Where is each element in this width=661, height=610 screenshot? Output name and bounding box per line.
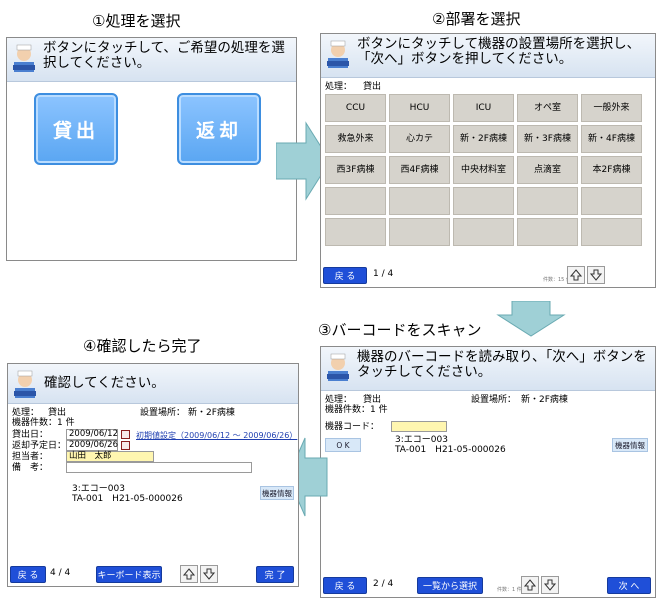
flow-arrow-down-icon	[496, 301, 566, 337]
department-button-empty	[325, 218, 386, 246]
panel-scan-barcode: 機器のバーコードを読み取り、「次へ」ボタンをタッチしてください。 処理： 貸出 …	[320, 346, 656, 598]
panel3-message: 機器のバーコードを読み取り、「次へ」ボタンをタッチしてください。	[357, 349, 647, 380]
panel2-message: ボタンにタッチして機器の設置場所を選択し、「次へ」ボタンを押してください。	[357, 36, 641, 67]
department-button[interactable]: 新・2F病棟	[453, 125, 514, 153]
next-button[interactable]: 次 へ	[607, 577, 651, 594]
department-button[interactable]: 西4F病棟	[389, 156, 450, 184]
step4-title: ④確認したら完了	[83, 337, 202, 355]
item-serial: TA-001 H21-05-000026	[395, 445, 506, 455]
step1-title: ①処理を選択	[92, 12, 181, 30]
nurse-avatar-icon	[14, 370, 36, 398]
panel4-footer: 戻 る 4 / 4 キーボード表示 完 了	[8, 562, 298, 586]
page-indicator: 2 / 4	[373, 579, 394, 589]
department-button[interactable]: 中央材料室	[453, 156, 514, 184]
equipment-info-button[interactable]: 機器情報	[612, 438, 648, 452]
arrow-down-icon[interactable]	[200, 565, 218, 583]
step3-title: ③バーコードをスキャン	[318, 321, 482, 339]
department-button-empty	[453, 187, 514, 215]
equipment-code-input[interactable]	[391, 421, 447, 432]
department-button[interactable]: ICU	[453, 94, 514, 122]
panel3-footer: 戻 る 2 / 4 一覧から選択 件数：1 件 次 へ	[321, 573, 655, 597]
back-button[interactable]: 戻 る	[323, 267, 367, 284]
location-value: 新・2F病棟	[188, 408, 235, 418]
department-button[interactable]: 本2F病棟	[581, 156, 642, 184]
return-button[interactable]: 返却	[177, 93, 261, 165]
note-label: 備 考：	[12, 463, 49, 473]
department-button[interactable]: HCU	[389, 94, 450, 122]
department-button[interactable]: 点滴室	[517, 156, 578, 184]
scroll-arrows	[521, 576, 559, 594]
process-label: 処理：	[325, 82, 353, 92]
department-grid: CCU HCU ICU オペ室 一般外来救急外来 心カテ 新・2F病棟 新・3F病棟 新・4F病…	[325, 94, 642, 246]
lend-date-input[interactable]: 2009/06/12	[66, 429, 118, 440]
panel-confirm: 確認してください。 処理： 貸出 設置場所： 新・2F病棟 機器件数：1 件 貸…	[7, 363, 299, 587]
department-button-empty	[517, 218, 578, 246]
complete-button[interactable]: 完 了	[256, 566, 294, 583]
staff-label: 担当者：	[12, 452, 49, 462]
arrow-down-icon[interactable]	[541, 576, 559, 594]
process-value: 貸出	[363, 82, 382, 92]
return-date-label: 返却予定日：	[12, 441, 67, 451]
item-serial: TA-001 H21-05-000026	[72, 494, 183, 504]
panel4-message: 確認してください。	[44, 375, 165, 391]
panel-select-process: ボタンにタッチして、ご希望の処理を選択してください。 貸出 返却	[6, 37, 297, 261]
department-button-empty	[517, 187, 578, 215]
department-button-empty	[389, 187, 450, 215]
nurse-avatar-icon	[327, 40, 349, 68]
back-button[interactable]: 戻 る	[10, 566, 46, 583]
department-button-empty	[581, 218, 642, 246]
ok-button[interactable]: O K	[325, 438, 361, 452]
department-button[interactable]: 救急外来	[325, 125, 386, 153]
nurse-avatar-icon	[327, 353, 349, 381]
keyboard-button[interactable]: キーボード表示	[96, 566, 162, 583]
panel3-header: 機器のバーコードを読み取り、「次へ」ボタンをタッチしてください。	[321, 347, 655, 391]
select-from-list-button[interactable]: 一覧から選択	[417, 577, 483, 594]
equipment-count: 機器件数：1 件	[12, 418, 75, 428]
department-button-empty	[453, 218, 514, 246]
return-date-input[interactable]: 2009/06/26	[66, 440, 118, 451]
department-button[interactable]: 心カテ	[389, 125, 450, 153]
back-button[interactable]: 戻 る	[323, 577, 367, 594]
panel-select-department: ボタンにタッチして機器の設置場所を選択し、「次へ」ボタンを押してください。 処理…	[320, 33, 656, 288]
department-button[interactable]: 新・3F病棟	[517, 125, 578, 153]
initial-value-link[interactable]: 初期値設定（2009/06/12 ～ 2009/06/26）	[136, 430, 297, 441]
equipment-code-label: 機器コード：	[325, 422, 380, 432]
equipment-info-button[interactable]: 機器情報	[260, 486, 294, 500]
arrow-up-icon[interactable]	[567, 266, 585, 284]
panel2-footer: 戻 る 1 / 4 件数：15 件	[321, 263, 655, 287]
page-indicator: 1 / 4	[373, 269, 394, 279]
scroll-arrows	[180, 565, 218, 583]
calendar-icon[interactable]	[121, 441, 130, 450]
calendar-icon[interactable]	[121, 430, 130, 439]
department-button-empty	[389, 218, 450, 246]
department-button-empty	[581, 187, 642, 215]
note-input[interactable]	[66, 462, 252, 473]
location-label: 設置場所：	[140, 408, 186, 418]
panel2-header: ボタンにタッチして機器の設置場所を選択し、「次へ」ボタンを押してください。	[321, 34, 655, 78]
staff-input[interactable]: 山田 太郎	[66, 451, 154, 462]
location-label: 設置場所：	[471, 395, 517, 405]
equipment-count: 機器件数：1 件	[325, 405, 388, 415]
arrow-down-icon[interactable]	[587, 266, 605, 284]
panel1-message: ボタンにタッチして、ご希望の処理を選択してください。	[43, 40, 285, 71]
department-button[interactable]: 新・4F病棟	[581, 125, 642, 153]
nurse-avatar-icon	[13, 44, 35, 72]
arrow-up-icon[interactable]	[180, 565, 198, 583]
panel1-header: ボタンにタッチして、ご希望の処理を選択してください。	[7, 38, 296, 82]
department-button-empty	[325, 187, 386, 215]
count-footnote: 件数：1 件	[497, 587, 522, 593]
lend-date-label: 貸出日：	[12, 430, 49, 440]
lend-button[interactable]: 貸出	[34, 93, 118, 165]
department-button[interactable]: 西3F病棟	[325, 156, 386, 184]
panel4-header: 確認してください。	[8, 364, 298, 404]
scroll-arrows	[567, 266, 605, 284]
department-button[interactable]: 一般外来	[581, 94, 642, 122]
page-indicator: 4 / 4	[50, 568, 71, 578]
location-value: 新・2F病棟	[521, 395, 568, 405]
department-button[interactable]: オペ室	[517, 94, 578, 122]
arrow-up-icon[interactable]	[521, 576, 539, 594]
step2-title: ②部署を選択	[432, 10, 521, 28]
department-button[interactable]: CCU	[325, 94, 386, 122]
